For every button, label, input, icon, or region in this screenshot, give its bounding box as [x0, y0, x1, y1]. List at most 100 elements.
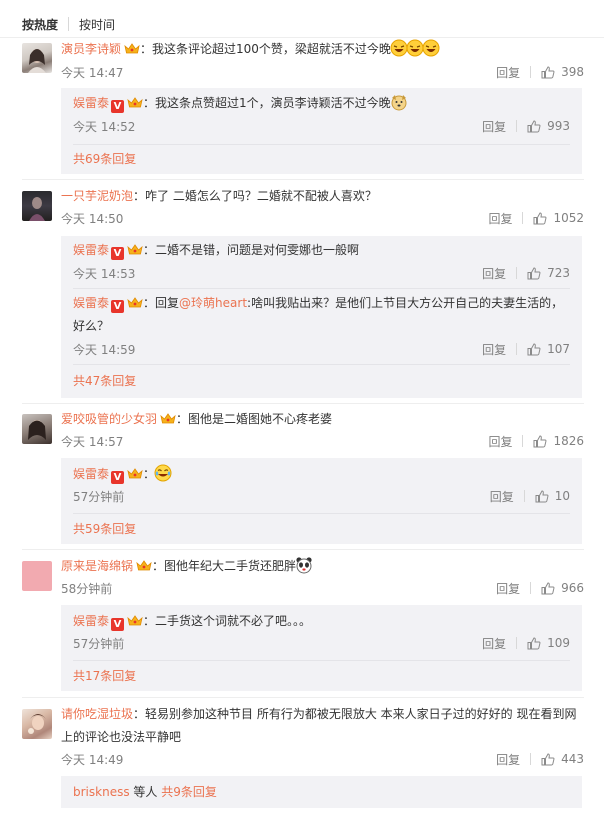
divider: [530, 582, 532, 594]
reply-item: 娱雷泰 V ：二手货这个词就不必了吧。。。 57分钟前 回复 109: [73, 609, 570, 659]
colon: ：: [152, 559, 165, 573]
avatar[interactable]: [22, 414, 52, 444]
view-more-replies-link[interactable]: 共9条回复: [161, 785, 217, 799]
like-count: 107: [547, 342, 570, 356]
vip-crown-icon: [127, 93, 143, 108]
avatar[interactable]: [22, 561, 52, 591]
divider: [73, 288, 570, 289]
like-button[interactable]: 443: [541, 752, 584, 766]
reply-button[interactable]: 回复: [496, 751, 520, 768]
comment-text: 咋了 二婚怎么了吗？二婚就不配被人喜欢？: [145, 189, 377, 203]
divider: [22, 179, 584, 180]
divider: [516, 120, 518, 132]
colon: ：: [176, 412, 189, 426]
reply-text: :啥叫我贴出来？是他们上节目大方公开自己的夫妻生活的，: [247, 296, 564, 310]
username[interactable]: 一只芋泥奶泡: [61, 189, 133, 203]
reply-text: 二婚不是错，问题是对何雯娜也一般啊: [155, 243, 360, 257]
reply-text-continued: 好么？: [73, 319, 110, 333]
like-button[interactable]: 107: [527, 342, 570, 356]
like-count: 10: [554, 489, 570, 503]
like-button[interactable]: 723: [527, 266, 570, 280]
avatar[interactable]: [22, 191, 52, 221]
like-count: 993: [547, 119, 570, 133]
reply-username[interactable]: 娱雷泰: [73, 614, 109, 628]
reply-prefix: 回复: [155, 296, 180, 310]
vip-crown-icon: [127, 464, 143, 479]
username[interactable]: 爱咬吸管的少女羽: [61, 412, 157, 426]
divider: [522, 435, 524, 447]
timestamp: 今天 14:49: [61, 752, 124, 767]
divider: [523, 490, 525, 502]
like-count: 109: [547, 636, 570, 650]
vip-crown-icon: [127, 293, 143, 308]
like-count: 1052: [553, 211, 584, 225]
vip-crown-icon: [127, 240, 143, 255]
thumbs-up-icon: [527, 342, 541, 355]
like-button[interactable]: 993: [527, 119, 570, 133]
reply-username[interactable]: 娱雷泰: [73, 467, 109, 481]
like-button[interactable]: 1052: [533, 211, 584, 225]
divider: [516, 267, 518, 279]
reply-button[interactable]: 回复: [496, 580, 520, 597]
reply-summary[interactable]: briskness 等人 共9条回复: [73, 780, 570, 804]
avatar[interactable]: [22, 43, 52, 73]
avatar[interactable]: [22, 709, 52, 739]
verified-v-icon: V: [111, 471, 125, 484]
view-more-replies-link[interactable]: 共47条回复: [73, 372, 136, 389]
mention-link[interactable]: @玲萌heart: [179, 296, 247, 310]
timestamp: 今天 14:52: [73, 119, 136, 134]
divider: [73, 144, 570, 145]
reply-item: 娱雷泰 V ：回复@玲萌heart:啥叫我贴出来？是他们上节目大方公开自己的夫妻生活…: [73, 291, 570, 361]
laughing-crying-emoji-icon: [154, 464, 172, 482]
vip-crown-icon: [160, 409, 176, 424]
reply-button[interactable]: 回复: [482, 635, 506, 652]
reply-item: 娱雷泰 V ：我这条点赞超过1个，演员李诗颖活不过今晚 今天 14:52 回复 99…: [73, 91, 570, 141]
divider: [530, 66, 532, 78]
timestamp: 今天 14:57: [61, 434, 124, 449]
view-more-replies-link[interactable]: 共59条回复: [73, 520, 136, 537]
thumbs-up-icon: [541, 752, 555, 765]
like-button[interactable]: 1826: [533, 434, 584, 448]
colon: ：: [143, 614, 156, 628]
divider: [73, 513, 570, 514]
like-count: 723: [547, 266, 570, 280]
reply-username[interactable]: 娱雷泰: [73, 243, 109, 257]
reply-button[interactable]: 回复: [496, 64, 520, 81]
username[interactable]: 演员李诗颖: [61, 42, 121, 56]
reply-button[interactable]: 回复: [482, 118, 506, 135]
view-more-replies-link[interactable]: 共69条回复: [73, 150, 136, 167]
reply-button[interactable]: 回复: [488, 210, 512, 227]
verified-v-icon: V: [111, 300, 125, 313]
vip-crown-icon: [136, 556, 152, 571]
like-button[interactable]: 10: [535, 489, 570, 503]
sort-bar: 按热度 按时间: [22, 15, 115, 33]
reply-button[interactable]: 回复: [482, 341, 506, 358]
like-button[interactable]: 398: [541, 65, 584, 79]
like-count: 398: [561, 65, 584, 79]
reply-button[interactable]: 回复: [490, 488, 514, 505]
thumbs-up-icon: [527, 636, 541, 649]
sort-by-time[interactable]: 按时间: [79, 16, 115, 33]
reply-button[interactable]: 回复: [482, 265, 506, 282]
divider: [516, 343, 518, 355]
reply-username[interactable]: 娱雷泰: [73, 96, 109, 110]
avatar-image: [28, 420, 46, 440]
like-button[interactable]: 966: [541, 581, 584, 595]
divider: [22, 549, 584, 550]
username[interactable]: 原来是海绵锅: [61, 559, 133, 573]
sort-by-hot[interactable]: 按热度: [22, 16, 58, 33]
username[interactable]: 请你吃湿垃圾: [61, 707, 133, 721]
reply-username[interactable]: 娱雷泰: [73, 296, 109, 310]
reply-summary-user[interactable]: briskness: [73, 785, 130, 799]
timestamp: 今天 14:47: [61, 65, 124, 80]
timestamp: 今天 14:59: [73, 342, 136, 357]
reply-summary-mid: 等人: [129, 785, 162, 799]
verified-v-icon: V: [111, 618, 125, 631]
reply-button[interactable]: 回复: [488, 433, 512, 450]
timestamp: 57分钟前: [73, 636, 125, 651]
view-more-replies-link[interactable]: 共17条回复: [73, 667, 136, 684]
divider: [73, 364, 570, 365]
avatar-image: [28, 714, 46, 734]
divider: [22, 403, 584, 404]
like-button[interactable]: 109: [527, 636, 570, 650]
